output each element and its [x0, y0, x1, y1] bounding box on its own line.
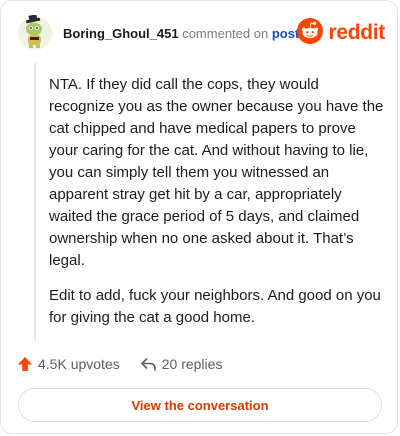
- reply-arrow-icon: [140, 356, 157, 372]
- upvote-arrow-icon: [17, 356, 33, 372]
- username-link[interactable]: Boring_Ghoul_451: [63, 26, 179, 41]
- snoo-avatar-icon[interactable]: [17, 14, 53, 51]
- upvotes-count: 4.5K upvotes: [38, 356, 120, 372]
- comment-meta: Boring_Ghoul_451 commented on post: [63, 26, 299, 41]
- replies-stat[interactable]: 20 replies: [140, 356, 223, 372]
- post-link[interactable]: post: [272, 26, 299, 41]
- replies-count: 20 replies: [161, 356, 223, 372]
- comment-paragraph: Edit to add, fuck your neighbors. And go…: [49, 287, 381, 326]
- action-text: commented on: [182, 26, 269, 41]
- comment-paragraph: NTA. If they did call the cops, they wou…: [49, 76, 384, 269]
- comment-header: Boring_Ghoul_451 commented on post reddi: [17, 14, 385, 53]
- upvotes-stat[interactable]: 4.5K upvotes: [17, 356, 120, 372]
- comment-card: Boring_Ghoul_451 commented on post reddi: [0, 0, 398, 434]
- thread-line: [34, 63, 36, 341]
- reddit-logo-icon: [297, 17, 324, 49]
- view-conversation-button[interactable]: View the conversation: [18, 388, 382, 422]
- comment-body: NTA. If they did call the cops, they wou…: [49, 74, 385, 342]
- reddit-wordmark: reddit: [328, 21, 385, 44]
- reddit-brand[interactable]: reddit: [297, 17, 385, 49]
- comment-footer: 4.5K upvotes 20 replies: [17, 353, 222, 375]
